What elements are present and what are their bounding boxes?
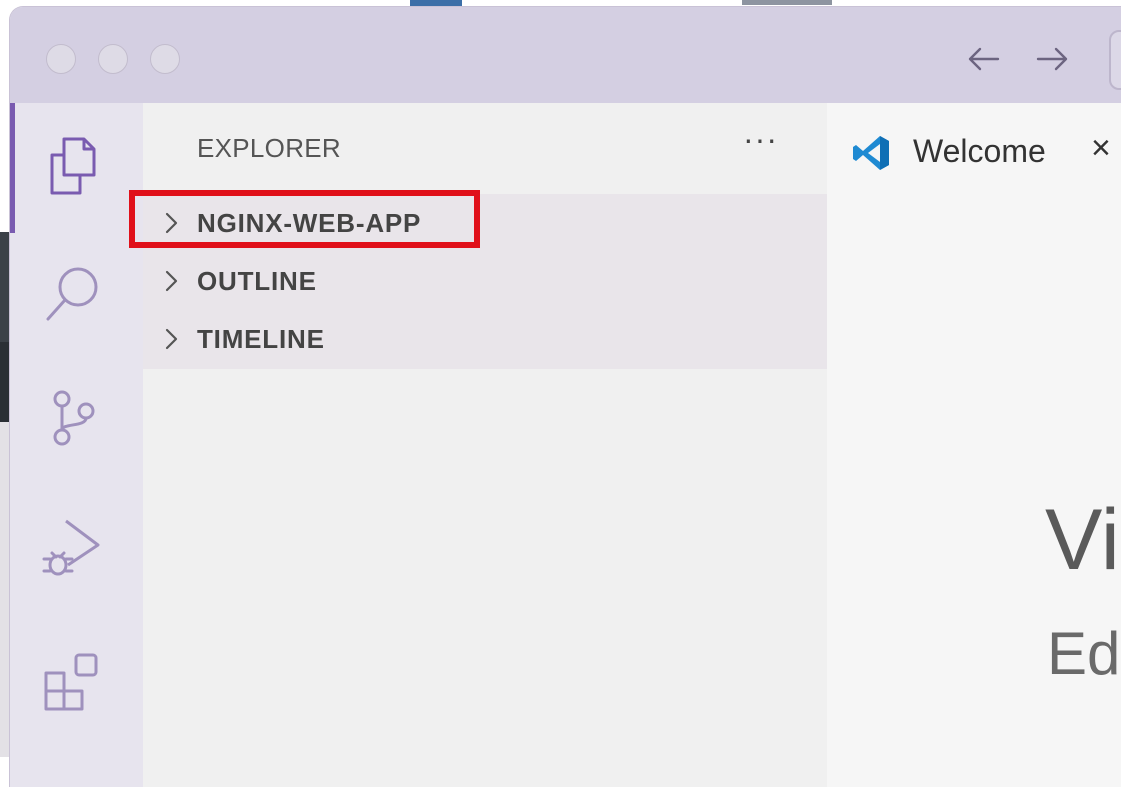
active-indicator (10, 103, 15, 233)
section-timeline[interactable]: TIMELINE (143, 310, 827, 368)
tab-label: Welcome (913, 133, 1046, 169)
welcome-subtitle: Ed (1047, 620, 1121, 687)
command-center[interactable] (1109, 30, 1121, 90)
activity-bar (10, 103, 143, 787)
vscode-window: EXPLORER ··· NGINX-WEB-APP OUTLINE TIMEL… (9, 6, 1121, 787)
desktop-strip (742, 0, 832, 5)
explorer-sidebar: EXPLORER ··· NGINX-WEB-APP OUTLINE TIMEL… (129, 103, 827, 787)
chevron-right-icon (165, 270, 178, 292)
maximize-window-button[interactable] (150, 44, 180, 74)
vscode-logo-icon (853, 136, 889, 170)
source-control-icon[interactable] (40, 385, 104, 449)
minimize-window-button[interactable] (98, 44, 128, 74)
tab-welcome[interactable]: Welcome × (827, 103, 1121, 191)
close-window-button[interactable] (46, 44, 76, 74)
sidebar-title: EXPLORER (197, 133, 342, 163)
chevron-right-icon (165, 328, 178, 350)
welcome-title: Vi (1045, 492, 1120, 588)
extensions-icon[interactable] (40, 651, 104, 715)
editor-area: Welcome × Vi Ed (827, 103, 1121, 787)
arrow-left-icon[interactable] (962, 37, 1006, 81)
files-icon[interactable] (40, 133, 104, 197)
run-debug-icon[interactable] (40, 515, 104, 579)
section-label: OUTLINE (197, 266, 317, 296)
search-icon[interactable] (40, 261, 104, 325)
close-tab-button[interactable]: × (1091, 129, 1111, 168)
title-bar (10, 7, 1121, 103)
section-outline[interactable]: OUTLINE (143, 252, 827, 310)
highlight-box (129, 190, 480, 248)
arrow-right-icon[interactable] (1030, 37, 1074, 81)
more-actions-button[interactable]: ··· (743, 121, 778, 158)
section-label: TIMELINE (197, 324, 325, 354)
